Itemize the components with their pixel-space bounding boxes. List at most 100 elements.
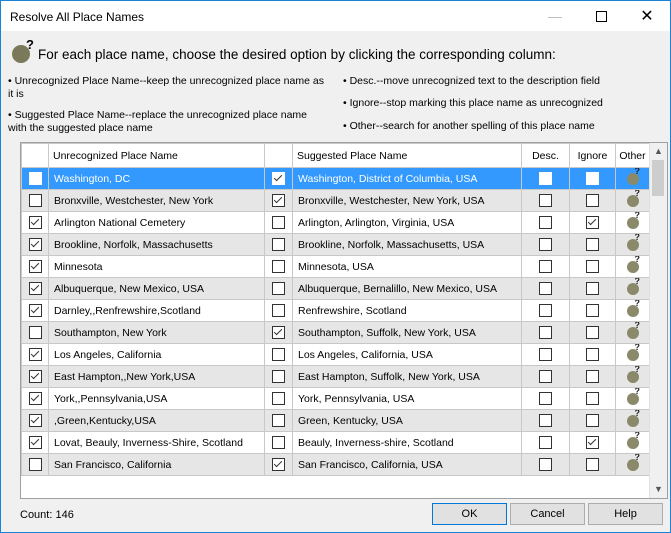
header-ignore[interactable]: Ignore [569, 143, 616, 168]
ignore-checkbox-cell[interactable] [569, 387, 616, 410]
suggested-place-name[interactable]: Bronxville, Westchester, New York, USA [292, 189, 522, 212]
use-suggested-checkbox-cell[interactable] [264, 387, 293, 410]
ignore-checkbox-cell[interactable] [569, 453, 616, 476]
desc-checkbox-cell[interactable] [521, 365, 570, 388]
other-cell[interactable] [615, 277, 650, 300]
use-suggested-checkbox[interactable] [272, 260, 285, 273]
desc-checkbox-cell[interactable] [521, 211, 570, 234]
suggested-place-name[interactable]: Southampton, Suffolk, New York, USA [292, 321, 522, 344]
table-row[interactable]: Los Angeles, California Los Angeles, Cali… [21, 343, 650, 366]
keep-unrecognized-checkbox-cell[interactable] [21, 453, 49, 476]
use-suggested-checkbox-cell[interactable] [264, 321, 293, 344]
table-row[interactable]: Minnesota Minnesota, USA [21, 255, 650, 278]
desc-checkbox[interactable] [539, 282, 552, 295]
keep-unrecognized-checkbox-cell[interactable] [21, 167, 49, 190]
suggested-place-name[interactable]: Albuquerque, Bernalillo, New Mexico, USA [292, 277, 522, 300]
unrecognized-place-name[interactable]: Washington, DC [48, 167, 265, 190]
suggested-place-name[interactable]: Brookline, Norfolk, Massachusetts, USA [292, 233, 522, 256]
use-suggested-checkbox-cell[interactable] [264, 233, 293, 256]
ignore-checkbox[interactable] [586, 216, 599, 229]
use-suggested-checkbox[interactable] [272, 282, 285, 295]
other-cell[interactable] [615, 431, 650, 454]
desc-checkbox[interactable] [539, 260, 552, 273]
unrecognized-place-name[interactable]: York,,Pennsylvania,USA [48, 387, 265, 410]
desc-checkbox-cell[interactable] [521, 255, 570, 278]
search-other-globe-icon[interactable] [626, 301, 640, 317]
unrecognized-place-name[interactable]: Darnley,,Renfrewshire,Scotland [48, 299, 265, 322]
ignore-checkbox[interactable] [586, 172, 599, 185]
table-row[interactable]: Darnley,,Renfrewshire,Scotland Renfrewshi… [21, 299, 650, 322]
unrecognized-place-name[interactable]: Brookline, Norfolk, Massachusetts [48, 233, 265, 256]
keep-unrecognized-checkbox[interactable] [28, 238, 42, 251]
suggested-place-name[interactable]: Beauly, Inverness-shire, Scotland [292, 431, 522, 454]
other-cell[interactable] [615, 299, 650, 322]
keep-unrecognized-checkbox-cell[interactable] [21, 189, 49, 212]
desc-checkbox[interactable] [539, 436, 552, 449]
search-other-globe-icon[interactable] [626, 279, 640, 295]
search-other-globe-icon[interactable] [626, 455, 640, 471]
ignore-checkbox[interactable] [586, 348, 599, 361]
use-suggested-checkbox[interactable] [272, 436, 285, 449]
table-row[interactable]: Southampton, New York Southampton, Suffol… [21, 321, 650, 344]
suggested-place-name[interactable]: Renfrewshire, Scotland [292, 299, 522, 322]
unrecognized-place-name[interactable]: East Hampton,,New York,USA [48, 365, 265, 388]
use-suggested-checkbox[interactable] [272, 348, 285, 361]
keep-unrecognized-checkbox-cell[interactable] [21, 299, 49, 322]
ignore-checkbox[interactable] [586, 238, 599, 251]
desc-checkbox[interactable] [539, 194, 552, 207]
unrecognized-place-name[interactable]: Southampton, New York [48, 321, 265, 344]
ignore-checkbox[interactable] [586, 260, 599, 273]
ignore-checkbox-cell[interactable] [569, 431, 616, 454]
use-suggested-checkbox-cell[interactable] [264, 365, 293, 388]
other-cell[interactable] [615, 409, 650, 432]
use-suggested-checkbox-cell[interactable] [264, 167, 293, 190]
desc-checkbox[interactable] [539, 458, 552, 471]
other-cell[interactable] [615, 453, 650, 476]
use-suggested-checkbox-cell[interactable] [264, 211, 293, 234]
desc-checkbox-cell[interactable] [521, 343, 570, 366]
keep-unrecognized-checkbox[interactable] [28, 282, 42, 295]
keep-unrecognized-checkbox-cell[interactable] [21, 431, 49, 454]
unrecognized-place-name[interactable]: Arlington National Cemetery [48, 211, 265, 234]
ignore-checkbox[interactable] [586, 436, 599, 449]
keep-unrecognized-checkbox[interactable] [28, 194, 42, 207]
keep-unrecognized-checkbox-cell[interactable] [21, 277, 49, 300]
desc-checkbox-cell[interactable] [521, 189, 570, 212]
table-row[interactable]: Arlington National Cemetery Arlington, Ar… [21, 211, 650, 234]
minimize-button[interactable]: — [532, 1, 578, 31]
suggested-place-name[interactable]: Minnesota, USA [292, 255, 522, 278]
use-suggested-checkbox[interactable] [272, 216, 285, 229]
unrecognized-place-name[interactable]: ,Green,Kentucky,USA [48, 409, 265, 432]
ok-button[interactable]: OK [432, 503, 507, 525]
desc-checkbox[interactable] [539, 392, 552, 405]
keep-unrecognized-checkbox[interactable] [28, 414, 42, 427]
unrecognized-place-name[interactable]: Los Angeles, California [48, 343, 265, 366]
table-row[interactable]: East Hampton,,New York,USA East Hampton, … [21, 365, 650, 388]
keep-unrecognized-checkbox[interactable] [28, 326, 42, 339]
keep-unrecognized-checkbox[interactable] [28, 392, 42, 405]
keep-unrecognized-checkbox-cell[interactable] [21, 321, 49, 344]
use-suggested-checkbox[interactable] [272, 458, 285, 471]
table-row[interactable]: Lovat, Beauly, Inverness-Shire, Scotland… [21, 431, 650, 454]
use-suggested-checkbox[interactable] [272, 326, 285, 339]
scroll-thumb[interactable] [652, 160, 664, 196]
ignore-checkbox[interactable] [586, 458, 599, 471]
search-other-globe-icon[interactable] [626, 345, 640, 361]
ignore-checkbox-cell[interactable] [569, 211, 616, 234]
ignore-checkbox-cell[interactable] [569, 343, 616, 366]
table-row[interactable]: San Francisco, California San Francisco, … [21, 453, 650, 476]
place-names-grid[interactable]: Unrecognized Place Name Suggested Place … [20, 142, 668, 499]
unrecognized-place-name[interactable]: Minnesota [48, 255, 265, 278]
ignore-checkbox-cell[interactable] [569, 299, 616, 322]
header-suggested[interactable]: Suggested Place Name [292, 143, 522, 168]
other-cell[interactable] [615, 167, 650, 190]
scroll-up-arrow-icon[interactable]: ▲ [650, 143, 667, 160]
desc-checkbox-cell[interactable] [521, 453, 570, 476]
suggested-place-name[interactable]: Washington, District of Columbia, USA [292, 167, 522, 190]
ignore-checkbox-cell[interactable] [569, 321, 616, 344]
help-button[interactable]: Help [588, 503, 663, 525]
other-cell[interactable] [615, 365, 650, 388]
use-suggested-checkbox-cell[interactable] [264, 189, 293, 212]
search-other-globe-icon[interactable] [626, 367, 640, 383]
keep-unrecognized-checkbox-cell[interactable] [21, 387, 49, 410]
